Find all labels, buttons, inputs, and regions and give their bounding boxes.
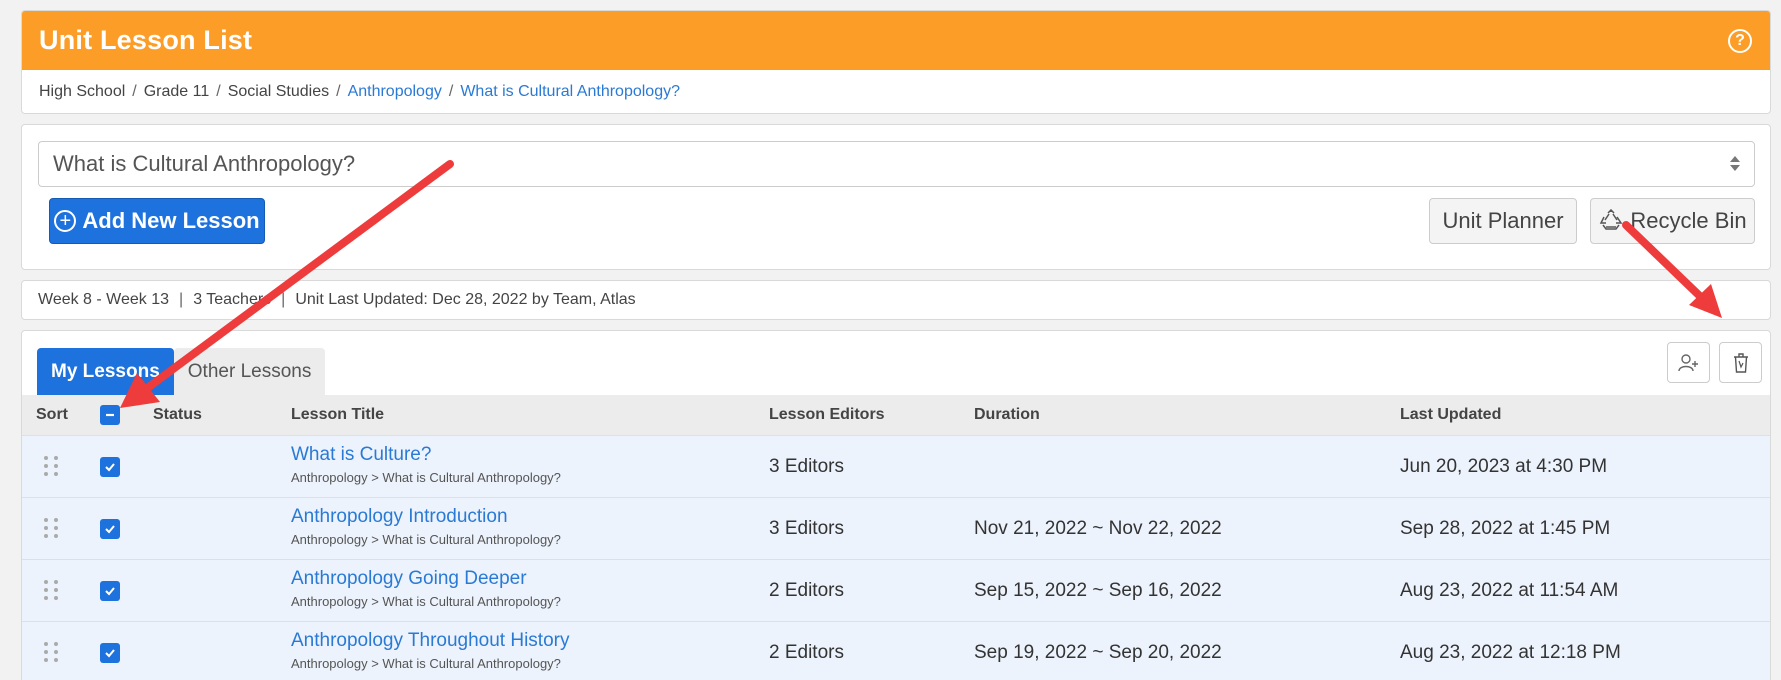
unit-weeks: Week 8 - Week 13: [38, 291, 170, 308]
unit-teachers[interactable]: 3 Teachers: [193, 291, 271, 309]
unit-planner-button[interactable]: Unit Planner: [1429, 198, 1577, 244]
breadcrumb-subject: Social Studies: [227, 83, 330, 100]
info-separator: |: [179, 291, 184, 308]
breadcrumb-separator: /: [336, 83, 341, 100]
tab-my-lessons[interactable]: My Lessons: [37, 348, 174, 395]
lesson-title-link[interactable]: Anthropology Throughout History: [291, 630, 569, 652]
lesson-tabs: My Lessons Other Lessons: [37, 348, 326, 395]
lesson-editors[interactable]: 3 Editors: [769, 436, 844, 498]
unit-selector-panel: What is Cultural Anthropology? + Add New…: [21, 124, 1771, 270]
lesson-title-link[interactable]: Anthropology Introduction: [291, 506, 561, 528]
tab-other-lessons[interactable]: Other Lessons: [173, 348, 326, 395]
recycle-icon: [1600, 209, 1623, 230]
unit-info-bar: Week 8 - Week 13 | 3 Teachers | Unit Las…: [21, 280, 1771, 320]
lesson-duration: Sep 15, 2022 ~ Sep 16, 2022: [974, 580, 1222, 601]
drag-handle-icon[interactable]: [44, 456, 58, 476]
lesson-last-updated: Aug 23, 2022 at 11:54 AM: [1400, 580, 1619, 601]
recycle-bin-button[interactable]: Recycle Bin: [1590, 198, 1755, 244]
trash-icon: [1733, 352, 1748, 373]
info-separator: |: [281, 291, 286, 308]
unit-select[interactable]: What is Cultural Anthropology?: [38, 141, 1755, 187]
lesson-path: Anthropology > What is Cultural Anthropo…: [291, 532, 561, 547]
col-lesson-editors[interactable]: Lesson Editors: [769, 395, 885, 435]
col-sort[interactable]: Sort: [36, 395, 68, 435]
breadcrumb-course-link[interactable]: Anthropology: [348, 83, 442, 101]
breadcrumb-separator: /: [216, 83, 221, 100]
unit-planner-label: Unit Planner: [1442, 208, 1564, 233]
recycle-bin-label: Recycle Bin: [1630, 208, 1747, 233]
row-checkbox[interactable]: [100, 519, 120, 539]
header-bar: Unit Lesson List ?: [22, 11, 1770, 70]
row-checkbox[interactable]: [100, 643, 120, 663]
row-checkbox[interactable]: [100, 457, 120, 477]
unit-select-value: What is Cultural Anthropology?: [53, 151, 356, 176]
header-panel: Unit Lesson List ? High School / Grade 1…: [21, 10, 1771, 114]
select-arrows-icon: [1730, 156, 1740, 171]
checkmark-icon: [105, 525, 115, 534]
drag-handle-icon[interactable]: [44, 518, 58, 538]
lesson-duration: Sep 19, 2022 ~ Sep 20, 2022: [974, 642, 1222, 663]
user-plus-icon: [1677, 353, 1698, 371]
add-new-lesson-button[interactable]: + Add New Lesson: [49, 198, 265, 244]
col-status[interactable]: Status: [153, 395, 202, 435]
add-new-lesson-label: Add New Lesson: [82, 208, 260, 233]
checkmark-icon: [105, 463, 115, 472]
lesson-path: Anthropology > What is Cultural Anthropo…: [291, 470, 561, 485]
col-duration[interactable]: Duration: [974, 395, 1040, 435]
breadcrumb-grade: Grade 11: [143, 83, 210, 100]
delete-selected-button[interactable]: [1719, 342, 1762, 383]
drag-handle-icon[interactable]: [44, 642, 58, 662]
lesson-path: Anthropology > What is Cultural Anthropo…: [291, 656, 561, 671]
unit-last-updated: Unit Last Updated: Dec 28, 2022 by Team,…: [295, 291, 636, 308]
lesson-editors[interactable]: 3 Editors: [769, 498, 844, 560]
col-last-updated[interactable]: Last Updated: [1400, 395, 1501, 435]
lesson-last-updated: Jun 20, 2023 at 4:30 PM: [1400, 456, 1608, 477]
lessons-table: Sort Status Lesson Title Lesson Editors …: [22, 395, 1770, 680]
plus-circle-icon: +: [54, 210, 77, 232]
table-header: Sort Status Lesson Title Lesson Editors …: [22, 395, 1770, 435]
breadcrumb-unit-link[interactable]: What is Cultural Anthropology?: [460, 83, 680, 101]
lesson-editors[interactable]: 2 Editors: [769, 622, 844, 680]
select-all-checkbox[interactable]: [100, 405, 120, 425]
table-row[interactable]: Anthropology Throughout History Anthropo…: [22, 621, 1770, 680]
checkmark-icon: [105, 587, 115, 596]
breadcrumb-separator: /: [448, 83, 454, 100]
page-title: Unit Lesson List: [39, 25, 253, 55]
table-row[interactable]: Anthropology Introduction Anthropology >…: [22, 497, 1770, 559]
lesson-last-updated: Aug 23, 2022 at 12:18 PM: [1400, 642, 1621, 663]
assign-editor-button[interactable]: [1667, 342, 1710, 383]
lesson-title-link[interactable]: What is Culture?: [291, 444, 561, 466]
lesson-duration: Nov 21, 2022 ~ Nov 22, 2022: [974, 518, 1222, 539]
lesson-path: Anthropology > What is Cultural Anthropo…: [291, 594, 561, 609]
checkmark-icon: [105, 649, 115, 658]
lesson-editors[interactable]: 2 Editors: [769, 560, 844, 622]
breadcrumb: High School / Grade 11 / Social Studies …: [22, 70, 1770, 113]
drag-handle-icon[interactable]: [44, 580, 58, 600]
help-icon[interactable]: ?: [1728, 28, 1752, 53]
row-checkbox[interactable]: [100, 581, 120, 601]
lesson-title-link[interactable]: Anthropology Going Deeper: [291, 568, 561, 590]
table-row[interactable]: Anthropology Going Deeper Anthropology >…: [22, 559, 1770, 621]
lessons-panel: My Lessons Other Lessons Sort Status Les…: [21, 330, 1771, 680]
breadcrumb-high-school: High School: [39, 83, 126, 100]
col-lesson-title[interactable]: Lesson Title: [291, 395, 384, 435]
breadcrumb-separator: /: [132, 83, 137, 100]
lesson-last-updated: Sep 28, 2022 at 1:45 PM: [1400, 518, 1611, 539]
table-row[interactable]: What is Culture? Anthropology > What is …: [22, 435, 1770, 497]
minus-icon: [106, 413, 114, 417]
